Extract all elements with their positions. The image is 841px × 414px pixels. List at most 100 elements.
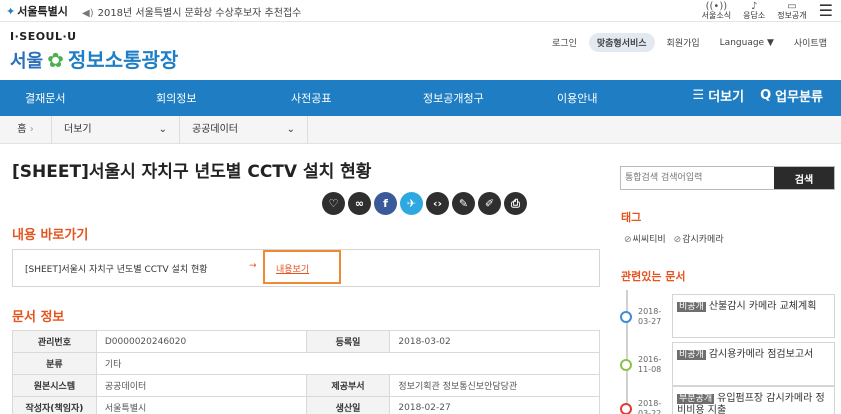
related-date-year: 2018- — [638, 307, 662, 316]
seoul-news-label: 서울소식 — [701, 11, 732, 20]
main-nav: 결재문서 회의정보 사전공표 정보공개청구 이용안내 ☰ 더보기 Q 업무분류 — [0, 80, 841, 116]
tag-label: 씨씨티비 — [632, 235, 666, 245]
related-date: 2016- 11-08 — [638, 355, 661, 375]
signup-link[interactable]: 회원가입 — [658, 33, 708, 52]
status-badge: 부분공개 — [677, 394, 715, 404]
info-open-label: 정보공개 — [777, 11, 807, 20]
custom-service-link[interactable]: 맞춤형서비스 — [588, 33, 655, 52]
tag-icon: ⊘ — [624, 235, 632, 245]
status-badge: 비공개 — [677, 350, 706, 360]
answer-label: 응답소 — [743, 11, 766, 20]
related-item[interactable]: 2018- 03-27 비공개 산불감시 카메라 교체계획 — [620, 294, 835, 340]
search-icon: Q — [760, 88, 772, 103]
tags-heading: 태그 — [621, 211, 642, 224]
notice-ticker[interactable]: ◀) 2018년 서울특별시 문화상 수상후보자 추천접수 — [82, 4, 301, 19]
doc-info-table: 관리번호 D0000020246020 등록일 2018-03-02 분류 기타… — [12, 330, 601, 414]
related-title: 감시용카메라 점검보고서 — [708, 349, 814, 360]
table-value: 2018-02-27 — [389, 396, 600, 414]
breadcrumb-select-level1[interactable]: 더보기 ⌄ — [52, 115, 180, 144]
related-item[interactable]: 2018- 03-22 부분공개 유입펌프장 감시카메라 정비비용 지출 — [620, 386, 835, 414]
related-title: 산불감시 카메라 교체계획 — [708, 301, 817, 312]
info-open-icon: ▭ — [787, 1, 797, 12]
tag-label: 감시카메라 — [682, 235, 724, 245]
nav-meeting-info[interactable]: 회의정보 — [156, 90, 196, 106]
sitemap-link[interactable]: 사이트맵 — [785, 33, 835, 52]
share-tools: ♡ ∞ f ✈ ‹› ✎ ✐ ⎙ — [322, 192, 527, 215]
related-date: 2018- 03-22 — [638, 399, 661, 414]
nav-category-button[interactable]: Q 업무분류 — [760, 86, 823, 105]
menu-icon[interactable]: ☰ — [819, 3, 833, 19]
table-value: 서울특별시 — [95, 396, 307, 414]
nav-more-button[interactable]: ☰ 더보기 — [693, 86, 745, 105]
chevron-down-icon: ⌄ — [286, 123, 295, 135]
related-heading: 관련있는 문서 — [621, 270, 686, 283]
seoul-news-link[interactable]: ((•)) 서울소식 — [701, 1, 732, 21]
edit-icon[interactable]: ✎ — [452, 192, 475, 215]
link-icon[interactable]: ∞ — [348, 192, 371, 215]
info-open-link[interactable]: ▭ 정보공개 — [777, 1, 807, 21]
breadcrumb-level1-label: 더보기 — [64, 123, 92, 135]
answer-icon: ♪ — [750, 1, 758, 12]
related-date-day: 03-22 — [638, 409, 662, 414]
seoul-logo-text: 서울특별시 — [17, 5, 68, 18]
timeline-dot — [620, 311, 632, 323]
breadcrumb: 홈 › 더보기 ⌄ 공공데이터 ⌄ — [0, 115, 841, 144]
arrow-right-icon: → — [249, 261, 257, 271]
brand-title-text: 정보소통광장 — [67, 48, 179, 72]
seoul-news-icon: ((•)) — [705, 1, 728, 12]
embed-icon[interactable]: ‹› — [426, 192, 449, 215]
timeline-dot — [620, 403, 632, 414]
nav-category-label: 업무분류 — [775, 90, 823, 105]
seoul-script-icon: 서울 — [10, 51, 44, 72]
search-input[interactable] — [621, 167, 771, 189]
language-select[interactable]: Language ▼ — [711, 34, 782, 51]
page: ✦ 서울특별시 ◀) 2018년 서울특별시 문화상 수상후보자 추천접수 ((•)… — [0, 0, 841, 414]
table-row: 관리번호 D0000020246020 등록일 2018-03-02 — [12, 330, 600, 353]
top-icon-links: ((•)) 서울소식 ♪ 응답소 ▭ 정보공개 ☰ — [702, 0, 833, 22]
table-value: 2018-03-02 — [389, 330, 600, 353]
timeline-dot — [620, 359, 632, 371]
related-card[interactable]: 부분공개 유입펌프장 감시카메라 정비비용 지출 — [672, 386, 835, 414]
shortcut-box: [SHEET]서울시 자치구 년도별 CCTV 설치 현황 → 내용보기 — [12, 249, 600, 287]
table-row: 작성자(책임자) 서울특별시 생산일 2018-02-27 — [12, 396, 600, 414]
search-button[interactable]: 검색 — [774, 167, 834, 189]
brand-slogan: I·SEOUL·U — [10, 30, 77, 43]
table-key: 관리번호 — [12, 330, 97, 353]
view-content-button[interactable]: 내용보기 — [276, 262, 309, 275]
twitter-icon[interactable]: ✈ — [400, 192, 423, 215]
tag-item[interactable]: ⊘씨씨티비 — [624, 232, 666, 245]
nav-info-request[interactable]: 정보공개청구 — [423, 90, 484, 106]
shortcut-heading: 내용 바로가기 — [12, 228, 89, 243]
breadcrumb-select-level2[interactable]: 공공데이터 ⌄ — [180, 115, 308, 144]
top-utility-bar: ✦ 서울특별시 ◀) 2018년 서울특별시 문화상 수상후보자 추천접수 ((•)… — [0, 0, 841, 22]
table-row: 원본시스템 공공데이터 제공부서 정보기획관 정보통신보안담당관 — [12, 374, 600, 397]
login-link[interactable]: 로그인 — [544, 33, 585, 52]
like-icon[interactable]: ♡ — [322, 192, 345, 215]
doc-info-heading: 문서 정보 — [12, 310, 65, 325]
table-row: 분류 기타 — [12, 352, 601, 375]
facebook-icon[interactable]: f — [374, 192, 397, 215]
notice-text: 2018년 서울특별시 문화상 수상후보자 추천접수 — [97, 8, 302, 19]
breadcrumb-home[interactable]: 홈 › — [0, 115, 52, 144]
site-logo[interactable]: I·SEOUL·U 서울 ✿ 정보소통광장 — [10, 30, 178, 73]
speaker-icon: ◀) — [82, 8, 94, 19]
answer-link[interactable]: ♪ 응답소 — [743, 1, 766, 21]
nav-pre-publication[interactable]: 사전공표 — [291, 90, 331, 106]
seoul-logo[interactable]: ✦ 서울특별시 — [6, 3, 68, 19]
related-card[interactable]: 비공개 감시용카메라 점검보고서 — [672, 342, 835, 386]
header: I·SEOUL·U 서울 ✿ 정보소통광장 로그인 맞춤형서비스 회원가입 Lang… — [0, 22, 841, 72]
brand-title: 서울 ✿ 정보소통광장 — [10, 44, 178, 73]
shortcut-text: [SHEET]서울시 자치구 년도별 CCTV 설치 현황 — [25, 265, 208, 275]
nav-usage-guide[interactable]: 이용안내 — [557, 90, 597, 106]
list-icon: ☰ — [692, 88, 705, 103]
search-box: 검색 — [620, 166, 835, 190]
related-date-day: 03-27 — [638, 317, 662, 326]
table-value: 정보기획관 정보통신보안담당관 — [389, 374, 600, 397]
nav-approval-docs[interactable]: 결재문서 — [25, 90, 65, 106]
table-value: D0000020246020 — [95, 330, 307, 353]
print-icon[interactable]: ⎙ — [504, 192, 527, 215]
tag-item[interactable]: ⊘감시카메라 — [674, 232, 724, 245]
related-item[interactable]: 2016- 11-08 비공개 감시용카메라 점검보고서 — [620, 342, 835, 388]
pencil-icon[interactable]: ✐ — [478, 192, 501, 215]
related-card[interactable]: 비공개 산불감시 카메라 교체계획 — [672, 294, 835, 338]
